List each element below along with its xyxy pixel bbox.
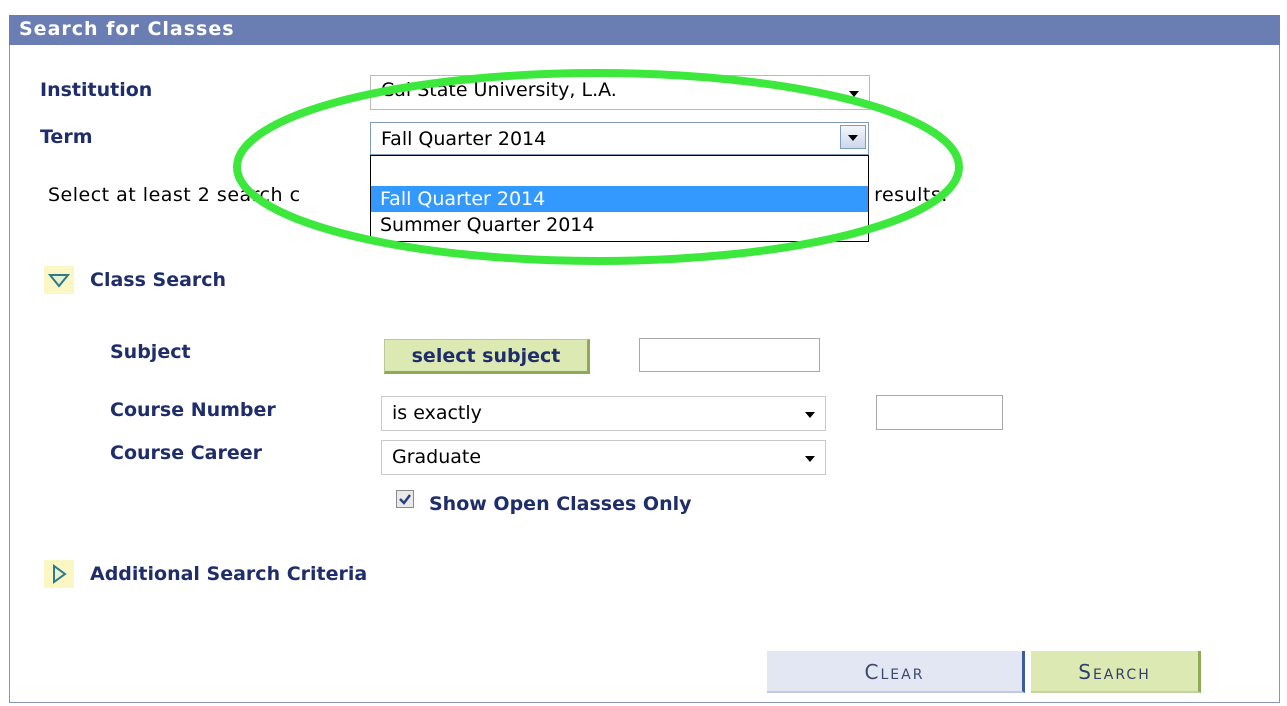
additional-criteria-label[interactable]: Additional Search Criteria	[90, 563, 367, 585]
select-subject-button[interactable]: select subject	[384, 339, 590, 374]
course-number-operator-value: is exactly	[392, 402, 482, 424]
term-value: Fall Quarter 2014	[381, 128, 547, 150]
class-search-toggle[interactable]	[44, 266, 74, 294]
institution-value: Cal State University, L.A.	[381, 79, 617, 101]
triangle-down-icon	[47, 274, 71, 288]
clear-button-label: Clear	[864, 660, 925, 684]
message-start: Select at least 2 search c	[48, 184, 301, 206]
subject-label: Subject	[110, 341, 191, 363]
chevron-down-icon	[805, 412, 815, 418]
course-number-label: Course Number	[110, 399, 276, 421]
checkmark-icon	[399, 494, 411, 505]
class-search-label[interactable]: Class Search	[90, 269, 226, 291]
page-header: Search for Classes	[9, 15, 1280, 45]
open-classes-checkbox[interactable]	[396, 490, 414, 508]
term-dropdown-list: Fall Quarter 2014 Summer Quarter 2014	[370, 155, 869, 242]
page-title: Search for Classes	[19, 18, 235, 40]
triangle-right-icon	[53, 564, 67, 584]
term-label: Term	[40, 126, 93, 148]
term-option-fall-2014[interactable]: Fall Quarter 2014	[371, 186, 868, 212]
term-dropdown-button[interactable]	[840, 125, 866, 149]
course-number-input[interactable]	[876, 395, 1003, 430]
institution-label: Institution	[40, 79, 153, 101]
term-option-blank[interactable]	[371, 158, 868, 184]
search-criteria-message: Select at least 2 search c h results.	[48, 184, 947, 206]
course-career-label: Course Career	[110, 442, 262, 464]
chevron-down-icon	[849, 91, 859, 97]
search-button[interactable]: Search	[1031, 651, 1201, 693]
open-classes-label[interactable]: Show Open Classes Only	[429, 493, 692, 515]
course-career-value: Graduate	[392, 446, 482, 468]
course-number-operator-select[interactable]: is exactly	[381, 396, 826, 431]
chevron-down-icon	[805, 456, 815, 462]
clear-button[interactable]: Clear	[767, 651, 1025, 693]
chevron-down-icon	[848, 135, 858, 141]
additional-criteria-toggle[interactable]	[44, 560, 74, 588]
subject-input[interactable]	[639, 338, 820, 372]
course-career-select[interactable]: Graduate	[381, 440, 826, 475]
term-option-summer-2014[interactable]: Summer Quarter 2014	[371, 212, 868, 238]
search-button-label: Search	[1078, 660, 1151, 684]
term-select[interactable]: Fall Quarter 2014	[370, 122, 869, 155]
institution-select[interactable]: Cal State University, L.A.	[370, 75, 870, 110]
